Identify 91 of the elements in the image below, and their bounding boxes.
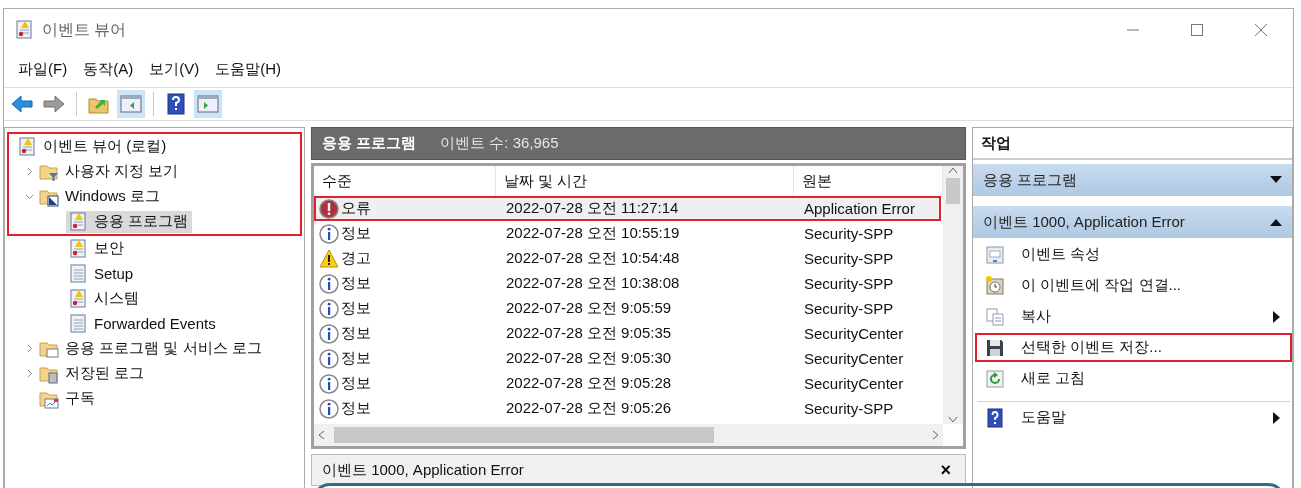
tree-item[interactable]: Setup [66,262,138,285]
level-text: 정보 [341,374,371,393]
event-count: 이벤트 수: 36,965 [440,134,559,153]
date-time-text: 2022-07-28 오전 9:05:26 [505,399,673,418]
close-button[interactable]: × [940,459,951,481]
panel-icon [119,92,143,116]
level-text: 정보 [341,349,371,368]
level-text: 오류 [341,199,371,218]
tree-item[interactable]: Windows 로그 [37,185,165,208]
tree-item[interactable]: Forwarded Events [66,312,220,335]
level-text: 정보 [341,324,371,343]
source-text: SecurityCenter [803,375,905,392]
help-icon [985,407,1005,428]
tree-item[interactable]: 보안 [66,237,128,260]
event-row[interactable]: 정보 2022-07-28 오전 9:05:26 Security-SPP [314,396,941,421]
tree-item[interactable]: 응용 프로그램 [66,210,193,233]
close-icon [1254,23,1268,37]
date-time-text: 2022-07-28 오전 10:54:48 [505,249,681,268]
source-text: Security-SPP [803,400,895,417]
level-text: 정보 [341,274,371,293]
event-row[interactable]: 정보 2022-07-28 오전 9:05:35 SecurityCenter [314,321,941,346]
date-time-text: 2022-07-28 오전 11:27:14 [505,199,680,218]
log-book-icon [68,211,88,232]
tree-item[interactable]: 응용 프로그램 및 서비스 로그 [37,337,266,360]
source-text: Application Error [803,200,916,217]
date-time-text: 2022-07-28 오전 9:05:59 [505,299,673,318]
level-text: 정보 [341,399,371,418]
section-header[interactable]: 응용 프로그램 [973,164,1292,196]
source-text: Security-SPP [803,300,895,317]
event-row[interactable]: 정보 2022-07-28 오전 10:38:08 Security-SPP [314,271,941,296]
date-time-text: 2022-07-28 오전 9:05:30 [505,349,673,368]
properties-icon [985,244,1005,265]
panel-button[interactable] [117,90,145,118]
scrollbar-thumb[interactable] [946,178,960,204]
source-text: SecurityCenter [803,325,905,342]
forward-icon [42,92,66,116]
date-time-text: 2022-07-28 오전 9:05:28 [505,374,673,393]
maximize-icon [1190,23,1204,37]
back-icon [10,92,34,116]
action-pane-icon [196,92,220,116]
tree-item[interactable]: 사용자 지정 보기 [37,160,183,183]
event-row[interactable]: 오류 2022-07-28 오전 11:27:14 Application Error [314,196,941,221]
action-item[interactable]: 이 이벤트에 작업 연결... [975,271,1292,300]
source-text: Security-SPP [803,225,895,242]
action-item[interactable]: 새로 고침 [975,364,1292,393]
scrollbar-thumb[interactable] [334,427,714,443]
vertical-scrollbar[interactable] [943,166,963,424]
window-title: 이벤트 뷰어 [42,19,128,40]
tree-item[interactable]: 저장된 로그 [37,362,149,385]
action-item[interactable]: 이벤트 속성 [975,240,1292,269]
event-row[interactable]: 정보 2022-07-28 오전 10:55:19 Security-SPP [314,221,941,246]
level-text: 정보 [341,224,371,243]
actions-title: 작업 [973,128,1292,160]
menu-item[interactable]: 파일(F) [10,59,76,79]
tree-item[interactable]: 시스템 [66,287,143,310]
level-text: 경고 [341,249,371,268]
menu-item[interactable]: 보기(V) [141,59,208,79]
app-icon [14,20,34,40]
documents-icon [985,306,1005,327]
detail-title: 이벤트 1000, Application Error [322,460,524,480]
log-book-icon [68,238,88,259]
horizontal-scrollbar[interactable] [314,424,943,446]
event-row[interactable]: 정보 2022-07-28 오전 9:05:30 SecurityCenter [314,346,941,371]
tree-item[interactable]: 이벤트 뷰어 (로컬) [15,135,171,158]
tree-item[interactable]: 구독 [37,387,99,410]
log-book-icon [68,263,88,284]
source-text: SecurityCenter [803,350,905,367]
help-icon [164,92,188,116]
event-row[interactable]: 경고 2022-07-28 오전 10:54:48 Security-SPP [314,246,941,271]
action-item[interactable]: 복사 [975,302,1292,331]
chevron-down-icon[interactable] [24,192,34,201]
scroll-down-icon[interactable] [948,416,958,424]
source-text: Security-SPP [803,275,895,292]
clock-icon [985,275,1005,296]
scroll-up-icon[interactable] [948,166,958,174]
event-row[interactable]: 정보 2022-07-28 오전 9:05:59 Security-SPP [314,296,941,321]
section-header[interactable]: 이벤트 1000, Application Error [973,206,1292,238]
log-book-icon [68,313,88,334]
date-time-text: 2022-07-28 오전 10:38:08 [505,274,681,293]
date-time-text: 2022-07-28 오전 10:55:19 [505,224,681,243]
action-item[interactable]: 선택한 이벤트 저장... [975,333,1292,362]
log-book-icon [17,136,37,157]
menu-item[interactable]: 도움말(H) [207,59,289,79]
level-text: 정보 [341,299,371,318]
source-text: Security-SPP [803,250,895,267]
log-book-icon [68,288,88,309]
event-row[interactable]: 정보 2022-07-28 오전 9:05:28 SecurityCenter [314,371,941,396]
date-time-text: 2022-07-28 오전 9:05:35 [505,324,673,343]
menu-item[interactable]: 동작(A) [75,59,142,79]
pane-title: 응용 프로그램 [322,134,417,153]
refresh-icon [985,368,1005,389]
